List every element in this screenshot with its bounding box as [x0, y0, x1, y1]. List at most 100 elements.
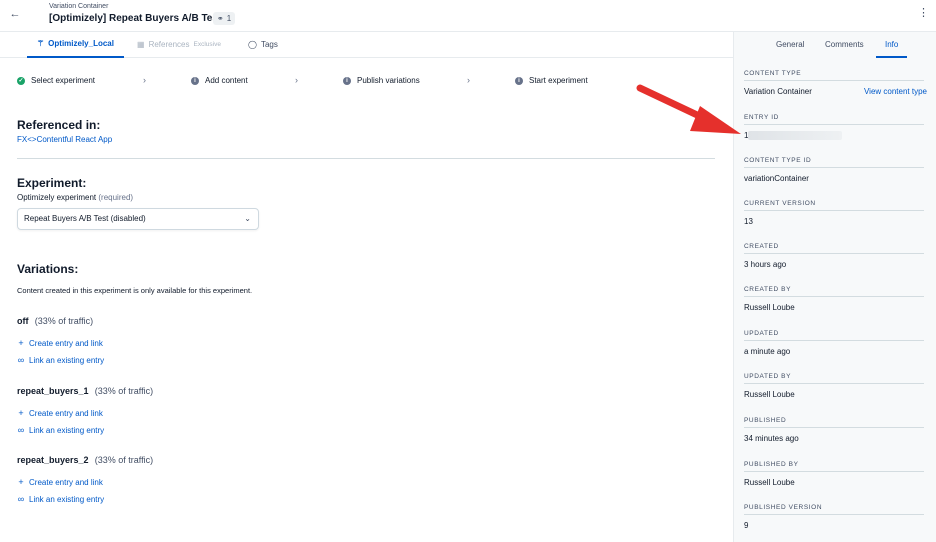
- field-label-text: Optimizely experiment: [17, 193, 97, 202]
- info-published-version: PUBLISHED VERSION 9: [744, 504, 924, 530]
- field-value: Russell Loube: [744, 303, 795, 312]
- info-published-by: PUBLISHED BY Russell Loube: [744, 461, 924, 487]
- chevron-right-icon: ›: [143, 75, 146, 85]
- link-existing-entry[interactable]: ∞ Link an existing entry: [17, 425, 104, 435]
- field-label: CONTENT TYPE: [744, 70, 924, 81]
- section-divider: [17, 158, 715, 159]
- tab-tags[interactable]: ◯ Tags: [248, 32, 278, 58]
- variation-traffic: (33% of traffic): [94, 455, 154, 465]
- link-icon: ∞: [17, 355, 25, 365]
- field-label: PUBLISHED: [744, 417, 924, 428]
- field-value: 3 hours ago: [744, 260, 787, 269]
- variation-traffic: (33% of traffic): [34, 316, 94, 326]
- check-circle-icon: ✓: [17, 76, 25, 85]
- field-value: 9: [744, 521, 749, 530]
- field-label: CONTENT TYPE ID: [744, 157, 924, 168]
- editor-tabs: ⚚ Optimizely_Local ▦ References Exclusiv…: [0, 32, 733, 58]
- field-label: UPDATED BY: [744, 373, 924, 384]
- content-type-subtitle: Variation Container: [49, 3, 109, 10]
- tag-icon: ◯: [248, 40, 257, 49]
- field-value: Russell Loube: [744, 390, 795, 399]
- app-icon: ⚚: [37, 39, 45, 48]
- variations-heading: Variations:: [17, 262, 79, 276]
- variation-title: off (33% of traffic): [17, 316, 93, 326]
- tab-tags-label: Tags: [260, 40, 278, 49]
- chevron-down-icon: ⌄: [244, 214, 251, 223]
- create-entry-link[interactable]: + Create entry and link: [17, 408, 103, 418]
- plus-icon: +: [18, 338, 24, 348]
- references-count-badge[interactable]: ⚭ 1: [213, 12, 236, 25]
- variation-title: repeat_buyers_2 (33% of traffic): [17, 455, 153, 465]
- link-icon: ∞: [17, 425, 25, 435]
- field-value: 13: [744, 217, 753, 226]
- tab-optimizely-local[interactable]: ⚚ Optimizely_Local: [27, 32, 124, 58]
- tab-references[interactable]: ▦ References Exclusive: [137, 32, 221, 58]
- create-entry-label: Create entry and link: [29, 338, 103, 348]
- required-hint: (required): [98, 193, 134, 202]
- experiment-field-label: Optimizely experiment (required): [17, 193, 133, 202]
- back-arrow-icon[interactable]: ←: [8, 7, 22, 21]
- info-content-type: CONTENT TYPE Variation Container View co…: [744, 70, 927, 96]
- tab-references-label: References: [148, 40, 190, 49]
- chevron-right-icon: ›: [295, 75, 298, 85]
- info-created-by: CREATED BY Russell Loube: [744, 286, 924, 312]
- create-entry-label: Create entry and link: [29, 408, 103, 418]
- field-label: PUBLISHED VERSION: [744, 504, 924, 515]
- variation-name: off: [17, 316, 29, 326]
- info-updated-by: UPDATED BY Russell Loube: [744, 373, 924, 399]
- experiment-select[interactable]: Repeat Buyers A/B Test (disabled) ⌄: [17, 208, 259, 230]
- redacted-id-block: [748, 131, 843, 141]
- exclusive-badge: Exclusive: [193, 41, 221, 48]
- field-value: Russell Loube: [744, 478, 795, 487]
- variation-name: repeat_buyers_2: [17, 455, 89, 465]
- tab-general[interactable]: General: [776, 32, 804, 58]
- link-icon: ⚭: [217, 14, 224, 23]
- info-published: PUBLISHED 34 minutes ago: [744, 417, 924, 443]
- field-label: UPDATED: [744, 330, 924, 341]
- selected-experiment: Repeat Buyers A/B Test (disabled): [24, 214, 146, 223]
- link-existing-entry[interactable]: ∞ Link an existing entry: [17, 355, 104, 365]
- tab-comments[interactable]: Comments: [825, 32, 864, 58]
- field-label: CURRENT VERSION: [744, 200, 924, 211]
- link-existing-label: Link an existing entry: [29, 355, 105, 365]
- more-options-icon[interactable]: ⋮: [918, 6, 929, 19]
- variation-traffic: (33% of traffic): [94, 386, 154, 396]
- field-value: variationContainer: [744, 174, 809, 183]
- variation-name: repeat_buyers_1: [17, 386, 89, 396]
- tab-info[interactable]: Info: [876, 32, 908, 58]
- entry-title: [Optimizely] Repeat Buyers A/B Test: [49, 13, 222, 24]
- field-label: PUBLISHED BY: [744, 461, 924, 472]
- step-add-content: i Add content: [191, 76, 248, 85]
- entry-sidebar: General Comments Info CONTENT TYPE Varia…: [733, 32, 936, 542]
- link-existing-label: Link an existing entry: [29, 494, 105, 504]
- field-label: CREATED: [744, 243, 924, 254]
- references-count: 1: [226, 14, 232, 23]
- step-publish-variations: i Publish variations: [343, 76, 420, 85]
- references-icon: ▦: [137, 40, 145, 49]
- create-entry-label: Create entry and link: [29, 477, 103, 487]
- entry-id-value: 1: [744, 131, 924, 141]
- create-entry-link[interactable]: + Create entry and link: [17, 338, 103, 348]
- chevron-right-icon: ›: [467, 75, 470, 85]
- info-current-version: CURRENT VERSION 13: [744, 200, 924, 226]
- referenced-app-link[interactable]: FX<>Contentful React App: [17, 135, 112, 144]
- variations-note: Content created in this experiment is on…: [17, 286, 253, 295]
- experiment-heading: Experiment:: [17, 176, 87, 190]
- info-updated: UPDATED a minute ago: [744, 330, 924, 356]
- field-value: 34 minutes ago: [744, 434, 799, 443]
- step-select-experiment: ✓ Select experiment: [17, 76, 95, 85]
- info-created: CREATED 3 hours ago: [744, 243, 924, 269]
- variation-title: repeat_buyers_1 (33% of traffic): [17, 386, 153, 396]
- field-label: CREATED BY: [744, 286, 924, 297]
- link-existing-entry[interactable]: ∞ Link an existing entry: [17, 494, 104, 504]
- entry-header: ← Variation Container [Optimizely] Repea…: [0, 0, 936, 32]
- info-entry-id: ENTRY ID 1: [744, 114, 924, 141]
- create-entry-link[interactable]: + Create entry and link: [17, 477, 103, 487]
- field-label: ENTRY ID: [744, 114, 924, 125]
- info-circle-icon: i: [515, 76, 523, 85]
- sidebar-tabs: General Comments Info: [734, 32, 936, 58]
- view-content-type-link[interactable]: View content type: [864, 87, 927, 96]
- step-start-experiment: i Start experiment: [515, 76, 588, 85]
- step-label: Start experiment: [529, 76, 588, 85]
- tab-optimizely-label: Optimizely_Local: [48, 39, 114, 48]
